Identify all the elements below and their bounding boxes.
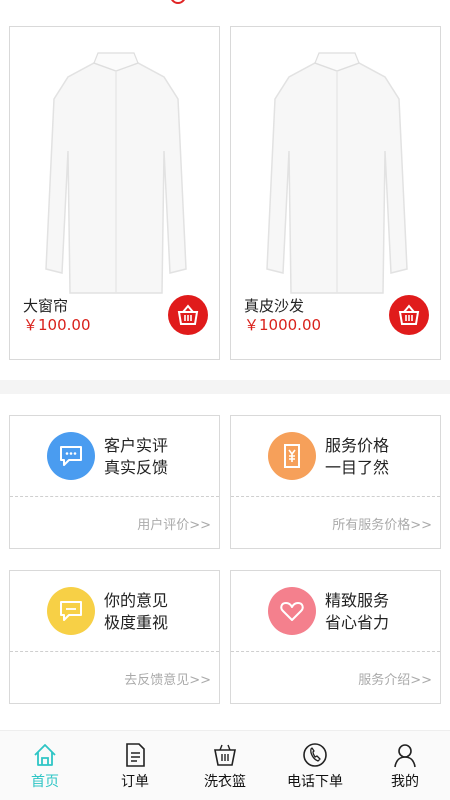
card-subtitle: 一目了然 bbox=[325, 458, 390, 477]
bottom-tab-bar: 首页 订单 洗衣篮 电话下单 我的 bbox=[0, 730, 450, 800]
price-tag-icon bbox=[268, 432, 316, 480]
feedback-card[interactable]: 你的意见 极度重视 去反馈意见>> bbox=[9, 570, 220, 704]
tab-phone-order[interactable]: 电话下单 bbox=[270, 731, 360, 800]
comment-icon bbox=[47, 432, 95, 480]
card-subtitle: 极度重视 bbox=[104, 613, 169, 632]
add-to-basket-button[interactable] bbox=[389, 295, 429, 335]
app-logo bbox=[170, 0, 186, 6]
basket-icon bbox=[398, 304, 420, 325]
product-name: 真皮沙发 bbox=[244, 297, 305, 315]
feedback-icon bbox=[47, 587, 95, 635]
heart-icon bbox=[268, 587, 316, 635]
card-divider bbox=[231, 496, 440, 497]
card-title: 精致服务 bbox=[325, 591, 390, 610]
card-subtitle: 省心省力 bbox=[325, 613, 390, 632]
card-divider bbox=[10, 496, 219, 497]
tab-home[interactable]: 首页 bbox=[0, 731, 90, 800]
order-icon bbox=[121, 741, 149, 769]
product-price: ￥1000.00 bbox=[244, 316, 322, 334]
shirt-image bbox=[45, 52, 187, 294]
logo-icon bbox=[170, 0, 186, 4]
product-price: ￥100.00 bbox=[23, 316, 91, 334]
tab-label: 电话下单 bbox=[287, 774, 343, 790]
add-to-basket-button[interactable] bbox=[168, 295, 208, 335]
tab-laundry-basket[interactable]: 洗衣篮 bbox=[180, 731, 270, 800]
service-intro-link[interactable]: 服务介绍>> bbox=[358, 669, 432, 688]
card-title: 服务价格 bbox=[325, 436, 390, 455]
tab-label: 首页 bbox=[31, 774, 59, 790]
service-price-card[interactable]: 服务价格 一目了然 所有服务价格>> bbox=[230, 415, 441, 549]
product-name: 大窗帘 bbox=[23, 297, 69, 315]
basket-icon bbox=[211, 741, 239, 769]
give-feedback-link[interactable]: 去反馈意见>> bbox=[124, 669, 211, 688]
basket-icon bbox=[177, 304, 199, 325]
profile-icon bbox=[391, 741, 419, 769]
tab-profile[interactable]: 我的 bbox=[360, 731, 450, 800]
service-intro-card[interactable]: 精致服务 省心省力 服务介绍>> bbox=[230, 570, 441, 704]
card-title: 你的意见 bbox=[104, 591, 169, 610]
card-title: 客户实评 bbox=[104, 436, 169, 455]
all-service-prices-link[interactable]: 所有服务价格>> bbox=[332, 514, 432, 533]
card-subtitle: 真实反馈 bbox=[104, 458, 169, 477]
home-icon bbox=[31, 741, 59, 769]
tab-orders[interactable]: 订单 bbox=[90, 731, 180, 800]
tab-label: 洗衣篮 bbox=[204, 774, 246, 790]
tab-label: 订单 bbox=[121, 774, 149, 790]
reviews-card[interactable]: 客户实评 真实反馈 用户评价>> bbox=[9, 415, 220, 549]
card-divider bbox=[231, 651, 440, 652]
card-divider bbox=[10, 651, 219, 652]
shirt-image bbox=[266, 52, 408, 294]
product-card[interactable]: 大窗帘 ￥100.00 bbox=[9, 26, 220, 360]
phone-icon bbox=[301, 741, 329, 769]
section-divider bbox=[0, 380, 450, 394]
user-reviews-link[interactable]: 用户评价>> bbox=[137, 514, 211, 533]
tab-label: 我的 bbox=[391, 774, 419, 790]
product-card[interactable]: 真皮沙发 ￥1000.00 bbox=[230, 26, 441, 360]
